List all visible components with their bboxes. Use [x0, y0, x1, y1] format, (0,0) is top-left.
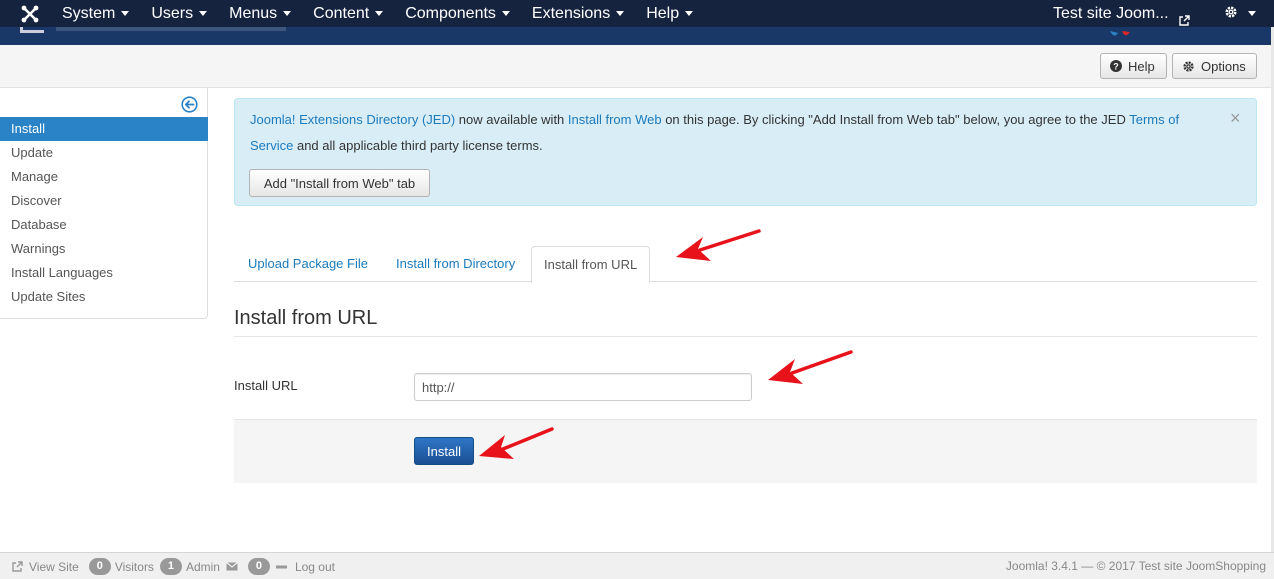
tab-install-from-url[interactable]: Install from URL [531, 246, 651, 283]
toolbar: ? Help Options [0, 45, 1274, 88]
footer-left: View Site 0 Visitors 1 Admin 0 Log out [12, 553, 345, 579]
gear-icon [1182, 60, 1195, 73]
site-link[interactable]: Test site Joom... [1053, 0, 1190, 27]
menu-components[interactable]: Components [394, 0, 521, 27]
sidebar-item-install-languages[interactable]: Install Languages [0, 261, 208, 285]
close-icon[interactable]: × [1230, 109, 1241, 127]
menu-extensions[interactable]: Extensions [521, 0, 635, 27]
caret-down-icon [616, 11, 625, 17]
navbar-right: Test site Joom... [1053, 0, 1274, 27]
menu-menus[interactable]: Menus [218, 0, 302, 27]
alert-text-2: on this page. By clicking "Add Install f… [661, 112, 1130, 127]
install-from-web-link[interactable]: Install from Web [568, 112, 662, 127]
sidebar-item-discover[interactable]: Discover [0, 189, 208, 213]
external-link-icon [1179, 8, 1190, 26]
caret-down-icon [501, 11, 510, 17]
logout-link[interactable]: Log out [295, 560, 335, 574]
arrow-to-url-input [768, 350, 853, 384]
menu-content[interactable]: Content [302, 0, 394, 27]
menu-users[interactable]: Users [140, 0, 218, 27]
add-install-from-web-button[interactable]: Add "Install from Web" tab [249, 169, 430, 197]
tab-install-from-directory[interactable]: Install from Directory [384, 246, 527, 282]
joomla-logo-icon[interactable] [20, 4, 40, 24]
user-settings-menu[interactable] [1224, 5, 1256, 22]
menu-help[interactable]: Help [635, 0, 704, 27]
tab-upload-package-file[interactable]: Upload Package File [236, 246, 380, 282]
install-url-label: Install URL [234, 378, 298, 393]
form-actions: Install [234, 419, 1257, 483]
messages-count-badge[interactable]: 0 [247, 558, 270, 575]
caret-down-icon [1248, 11, 1256, 16]
header-title-hidden [56, 27, 286, 31]
sidebar-item-update[interactable]: Update [0, 141, 208, 165]
jed-info-alert: Joomla! Extensions Directory (JED) now a… [234, 98, 1257, 206]
site-link-label: Test site Joom... [1052, 5, 1169, 22]
copyright-text: Joomla! 3.4.1 — © 2017 Test site JoomSho… [1005, 559, 1266, 573]
brand-logo-icon [1108, 27, 1138, 36]
help-button[interactable]: ? Help [1100, 53, 1167, 79]
options-button-label: Options [1201, 58, 1246, 74]
sidebar-item-warnings[interactable]: Warnings [0, 237, 208, 261]
sidebar-item-database[interactable]: Database [0, 213, 208, 237]
admin-count-badge: 1 [159, 558, 182, 575]
external-link-icon [12, 561, 23, 572]
caret-down-icon [121, 11, 130, 17]
caret-down-icon [375, 11, 384, 17]
minus-icon [275, 565, 287, 569]
install-url-input[interactable] [414, 373, 752, 401]
jed-link[interactable]: Joomla! Extensions Directory (JED) [250, 112, 455, 127]
caret-down-icon [685, 11, 694, 17]
admin-label: Admin [185, 559, 220, 574]
install-button[interactable]: Install [414, 437, 474, 465]
caret-down-icon [283, 11, 292, 17]
sidebar: Install Update Manage Discover Database … [0, 88, 208, 319]
status-footer: View Site 0 Visitors 1 Admin 0 Log out J… [0, 552, 1274, 579]
collapse-sidebar-icon[interactable] [181, 96, 198, 113]
alert-text-3: and all applicable third party license t… [293, 138, 543, 153]
view-site-link[interactable]: View Site [29, 560, 79, 574]
alert-text-1: now available with [455, 112, 568, 127]
sidebar-item-manage[interactable]: Manage [0, 165, 208, 189]
svg-text:?: ? [1113, 61, 1119, 71]
menu-system[interactable]: System [51, 0, 140, 27]
caret-down-icon [199, 11, 208, 17]
visitors-label: Visitors [114, 559, 154, 574]
install-tabs: Upload Package File Install from Directo… [234, 246, 1257, 283]
question-circle-icon: ? [1110, 60, 1122, 72]
envelope-icon [226, 562, 238, 571]
gear-icon [1224, 5, 1238, 22]
help-button-label: Help [1128, 58, 1155, 74]
main-menu: System Users Menus Content Components Ex… [51, 0, 704, 27]
section-title: Install from URL [234, 306, 1257, 337]
top-navbar: System Users Menus Content Components Ex… [0, 0, 1274, 27]
options-button[interactable]: Options [1172, 53, 1257, 79]
sidebar-item-install[interactable]: Install [0, 117, 208, 141]
header-logo-icon [20, 27, 44, 33]
visitors-count-badge: 0 [88, 558, 111, 575]
alert-message: Joomla! Extensions Directory (JED) now a… [250, 107, 1210, 159]
page-header [0, 27, 1274, 45]
sidebar-item-update-sites[interactable]: Update Sites [0, 285, 208, 309]
sidebar-list: Install Update Manage Discover Database … [0, 117, 208, 309]
